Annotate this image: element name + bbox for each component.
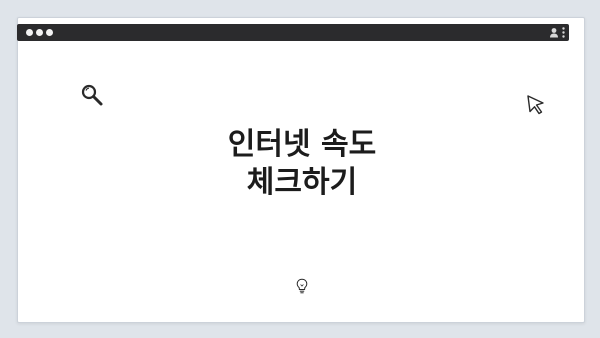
window-dot-2[interactable] bbox=[36, 29, 43, 36]
window-titlebar bbox=[17, 24, 569, 41]
user-icon[interactable] bbox=[549, 27, 559, 38]
headline-title: 인터넷 속도 체크하기 bbox=[227, 127, 377, 200]
window-controls bbox=[26, 29, 53, 36]
window-dot-3[interactable] bbox=[46, 29, 53, 36]
slide-content: 인터넷 속도 체크하기 bbox=[34, 60, 570, 306]
more-vertical-icon[interactable] bbox=[562, 27, 565, 38]
search-icon bbox=[81, 84, 103, 106]
cursor-icon bbox=[527, 95, 544, 115]
lightbulb-icon bbox=[296, 278, 308, 294]
window-dot-1[interactable] bbox=[26, 29, 33, 36]
